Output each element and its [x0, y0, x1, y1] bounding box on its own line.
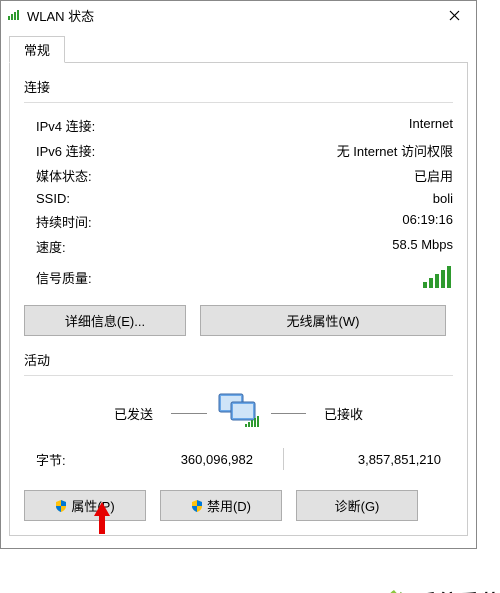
window-title: WLAN 状态 — [27, 6, 94, 25]
tab-strip: 常规 — [9, 35, 468, 63]
ipv6-label: IPv6 连接: — [36, 141, 95, 160]
shield-icon — [191, 500, 203, 512]
dash-icon — [271, 413, 306, 414]
separator — [24, 102, 453, 103]
wifi-icon — [7, 7, 21, 24]
activity-section: 活动 已发送 — [24, 350, 453, 472]
ipv4-label: IPv4 连接: — [36, 116, 95, 135]
wireless-properties-button[interactable]: 无线属性(W) — [200, 305, 446, 336]
dash-icon — [171, 413, 206, 414]
received-label: 已接收 — [314, 404, 453, 423]
bytes-label: 字节: — [36, 450, 106, 469]
diagnose-button[interactable]: 诊断(G) — [296, 490, 418, 521]
signal-quality-label: 信号质量: — [36, 268, 92, 287]
separator — [24, 375, 453, 376]
details-button[interactable]: 详细信息(E)... — [24, 305, 186, 336]
ipv6-value: 无 Internet 访问权限 — [337, 141, 453, 160]
close-button[interactable] — [432, 1, 476, 29]
ssid-label: SSID: — [36, 191, 70, 206]
general-panel: 连接 IPv4 连接: Internet IPv6 连接: 无 Internet 访… — [9, 63, 468, 536]
ipv4-value: Internet — [409, 116, 453, 135]
vertical-separator — [283, 448, 284, 470]
media-state-label: 媒体状态: — [36, 166, 92, 185]
titlebar: WLAN 状态 — [1, 1, 476, 29]
watermark: 系统重装网 www.xtczw.com — [381, 586, 500, 593]
leaf-icon — [381, 588, 407, 593]
media-state-value: 已启用 — [414, 166, 453, 185]
signal-bars-icon — [423, 266, 453, 288]
duration-label: 持续时间: — [36, 212, 92, 231]
sent-label: 已发送 — [24, 404, 163, 423]
ssid-value: boli — [433, 191, 453, 206]
activity-section-title: 活动 — [24, 350, 453, 369]
wlan-status-window: WLAN 状态 常规 连接 IPv4 连接: Internet IPv6 连接: 无… — [0, 0, 477, 549]
shield-icon — [55, 500, 67, 512]
watermark-brand: 系统重装网 — [413, 586, 500, 593]
bytes-received-value: 3,857,851,210 — [294, 452, 453, 467]
speed-label: 速度: — [36, 237, 66, 256]
computers-icon — [215, 392, 263, 434]
properties-button-label: 属性(P) — [71, 496, 114, 515]
speed-value: 58.5 Mbps — [392, 237, 453, 256]
duration-value: 06:19:16 — [402, 212, 453, 231]
disable-button[interactable]: 禁用(D) — [160, 490, 282, 521]
connection-section-title: 连接 — [24, 77, 453, 96]
properties-button[interactable]: 属性(P) — [24, 490, 146, 521]
bytes-sent-value: 360,096,982 — [106, 452, 273, 467]
tab-general[interactable]: 常规 — [9, 36, 65, 63]
disable-button-label: 禁用(D) — [207, 496, 251, 515]
